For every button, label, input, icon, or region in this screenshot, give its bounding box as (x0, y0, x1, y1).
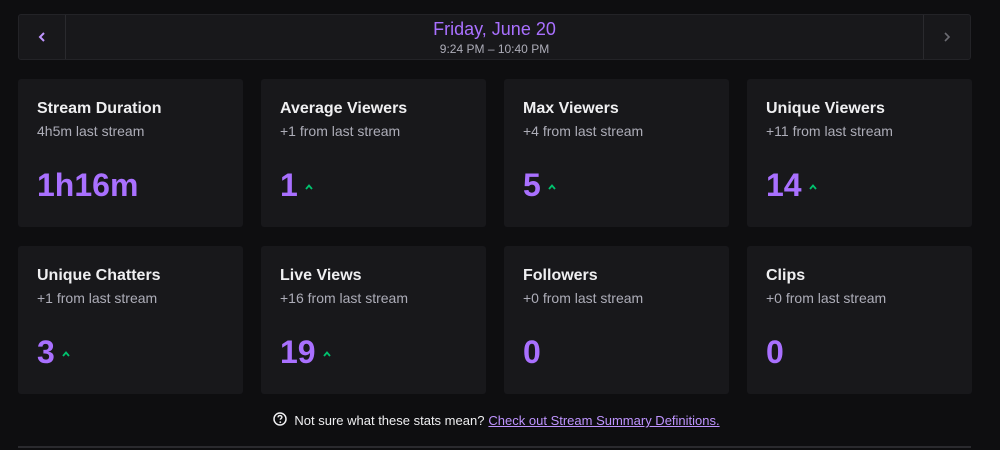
stat-card-max-viewers: Max Viewers +4 from last stream 5 (504, 79, 729, 227)
stat-card-live-views: Live Views +16 from last stream 19 (261, 246, 486, 394)
stat-value: 0 (766, 334, 784, 370)
stat-title: Unique Viewers (766, 100, 885, 117)
stat-comparison: +1 from last stream (37, 290, 158, 306)
stat-value-row: 0 (766, 332, 784, 372)
stat-value: 14 (766, 167, 802, 203)
stat-card-followers: Followers +0 from last stream 0 (504, 246, 729, 394)
stat-card-unique-chatters: Unique Chatters +1 from last stream 3 (18, 246, 243, 394)
stat-value: 1h16m (37, 167, 139, 203)
stat-card-unique-viewers: Unique Viewers +11 from last stream 14 (747, 79, 972, 227)
question-circle-icon (273, 412, 288, 429)
date-title: Friday, June 20 (433, 18, 556, 39)
stat-comparison: +1 from last stream (280, 123, 401, 139)
stat-value-row: 1h16m (37, 165, 138, 205)
date-navigator: Friday, June 20 9:24 PM – 10:40 PM (18, 14, 971, 60)
stream-time-range: 9:24 PM – 10:40 PM (439, 41, 550, 56)
stat-title: Max Viewers (523, 100, 619, 117)
trend-up-icon (62, 344, 70, 362)
stat-value: 1 (280, 167, 298, 203)
stat-value-row: 19 (280, 332, 331, 372)
stat-comparison: +4 from last stream (523, 123, 644, 139)
trend-up-icon (808, 177, 817, 195)
help-text: Not sure what these stats mean? (294, 413, 485, 428)
stats-help-line: Not sure what these stats mean? Check ou… (0, 412, 993, 429)
stat-value: 3 (37, 334, 55, 370)
stat-title: Clips (766, 267, 806, 284)
next-stream-button[interactable] (923, 15, 970, 59)
stat-title: Followers (523, 267, 598, 284)
stat-card-stream-duration: Stream Duration 4h5m last stream 1h16m (18, 79, 243, 227)
stat-value-row: 0 (523, 332, 541, 372)
trend-up-icon (548, 177, 556, 195)
previous-stream-button[interactable] (19, 15, 66, 59)
stream-summary-definitions-link[interactable]: Check out Stream Summary Definitions. (488, 413, 719, 428)
stat-comparison: +16 from last stream (280, 290, 408, 306)
stat-comparison: +0 from last stream (523, 290, 644, 306)
stat-title: Average Viewers (280, 100, 408, 117)
chevron-left-icon (38, 32, 46, 42)
chevron-right-icon (943, 32, 951, 42)
stat-card-clips: Clips +0 from last stream 0 (747, 246, 972, 394)
stat-value-row: 3 (37, 332, 70, 372)
stat-title: Unique Chatters (37, 267, 161, 284)
stat-value: 19 (280, 334, 316, 370)
stat-comparison: +11 from last stream (766, 123, 893, 139)
stat-comparison: +0 from last stream (766, 290, 887, 306)
stream-date: Friday, June 20 9:24 PM – 10:40 PM (66, 15, 923, 59)
stat-card-average-viewers: Average Viewers +1 from last stream 1 (261, 79, 486, 227)
divider (18, 446, 971, 448)
stat-title: Live Views (280, 267, 362, 284)
stat-value-row: 5 (523, 165, 556, 205)
trend-up-icon (305, 177, 313, 195)
stat-title: Stream Duration (37, 100, 162, 117)
stat-comparison: 4h5m last stream (37, 123, 145, 139)
stat-value: 5 (523, 167, 541, 203)
trend-up-icon (322, 344, 331, 362)
stat-value: 0 (523, 334, 541, 370)
stream-summary-page: Friday, June 20 9:24 PM – 10:40 PM Strea… (0, 0, 1000, 450)
stat-value-row: 14 (766, 165, 817, 205)
stat-value-row: 1 (280, 165, 313, 205)
